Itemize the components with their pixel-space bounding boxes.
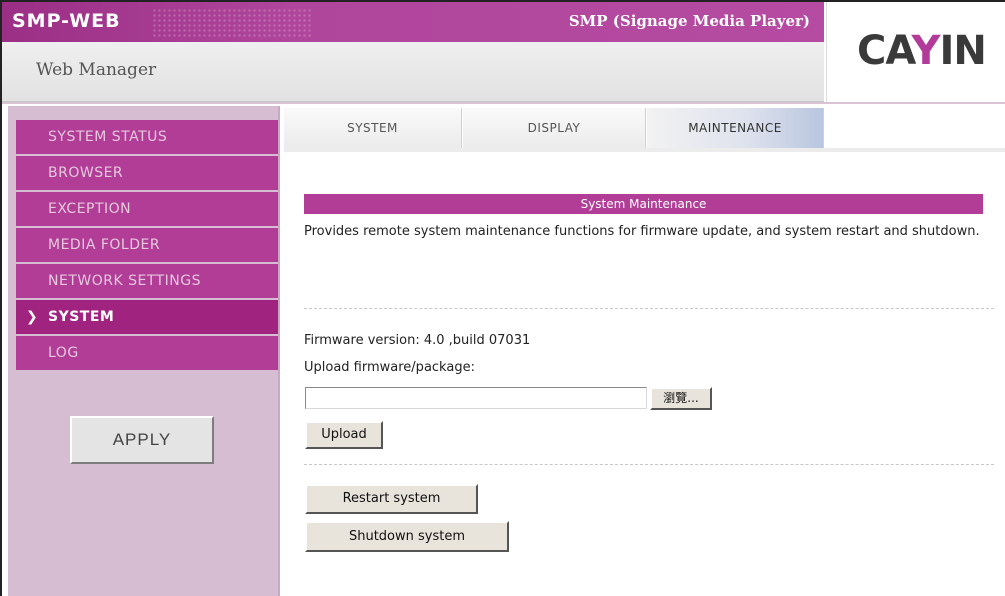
logo-area: CAYIN xyxy=(826,2,1005,102)
brand-name: SMP-WEB xyxy=(12,10,121,32)
sidebar-item-label: SYSTEM xyxy=(48,309,115,325)
company-logo: CAYIN xyxy=(857,28,987,74)
header-divider xyxy=(2,102,1005,104)
sidebar-item-system-status[interactable]: SYSTEM STATUS xyxy=(16,120,278,154)
shutdown-system-button[interactable]: Shutdown system xyxy=(305,521,509,552)
firmware-version: Firmware version: 4.0 ,build 07031 xyxy=(304,333,531,348)
restart-system-button[interactable]: Restart system xyxy=(305,484,478,514)
product-title: SMP (Signage Media Player) xyxy=(568,12,810,30)
header-subbar: Web Manager xyxy=(2,42,824,102)
header-pattern xyxy=(152,8,312,38)
sidebar-item-label: SYSTEM STATUS xyxy=(48,129,168,145)
firmware-file-input[interactable] xyxy=(305,387,647,409)
section-description: Provides remote system maintenance funct… xyxy=(304,224,980,239)
logo-text-accent: Y xyxy=(911,28,940,74)
upload-label: Upload firmware/package: xyxy=(304,360,475,375)
upload-button[interactable]: Upload xyxy=(305,421,383,449)
sidebar: SYSTEM STATUS BROWSER EXCEPTION MEDIA FO… xyxy=(8,106,280,596)
app-subtitle: Web Manager xyxy=(36,60,157,80)
tab-display[interactable]: DISPLAY xyxy=(463,108,646,148)
sidebar-menu: SYSTEM STATUS BROWSER EXCEPTION MEDIA FO… xyxy=(16,120,278,372)
logo-text-right: IN xyxy=(939,28,986,74)
tab-underline xyxy=(284,148,1005,152)
sidebar-item-media-folder[interactable]: MEDIA FOLDER xyxy=(16,228,278,262)
sidebar-item-browser[interactable]: BROWSER xyxy=(16,156,278,190)
sidebar-item-label: LOG xyxy=(48,345,79,361)
sidebar-item-system[interactable]: ❯ SYSTEM xyxy=(16,300,278,334)
browse-button[interactable]: 瀏覽... xyxy=(650,387,712,410)
tab-maintenance[interactable]: MAINTENANCE xyxy=(647,108,824,148)
sidebar-item-log[interactable]: LOG xyxy=(16,336,278,370)
main-content: SYSTEM DISPLAY MAINTENANCE System Mainte… xyxy=(284,106,1005,596)
sidebar-item-exception[interactable]: EXCEPTION xyxy=(16,192,278,226)
logo-text-left: CA xyxy=(857,28,912,74)
apply-button[interactable]: APPLY xyxy=(70,416,214,464)
sidebar-item-label: EXCEPTION xyxy=(48,201,132,217)
tab-system[interactable]: SYSTEM xyxy=(284,108,462,148)
sidebar-item-network-settings[interactable]: NETWORK SETTINGS xyxy=(16,264,278,298)
divider xyxy=(304,464,994,465)
chevron-right-icon: ❯ xyxy=(26,309,39,325)
header-bar: SMP-WEB SMP (Signage Media Player) xyxy=(2,2,824,42)
tab-bar: SYSTEM DISPLAY MAINTENANCE xyxy=(284,106,1005,152)
section-title: System Maintenance xyxy=(304,194,983,214)
sidebar-item-label: BROWSER xyxy=(48,165,124,181)
divider xyxy=(304,308,994,309)
sidebar-item-label: NETWORK SETTINGS xyxy=(48,273,202,289)
sidebar-item-label: MEDIA FOLDER xyxy=(48,237,161,253)
